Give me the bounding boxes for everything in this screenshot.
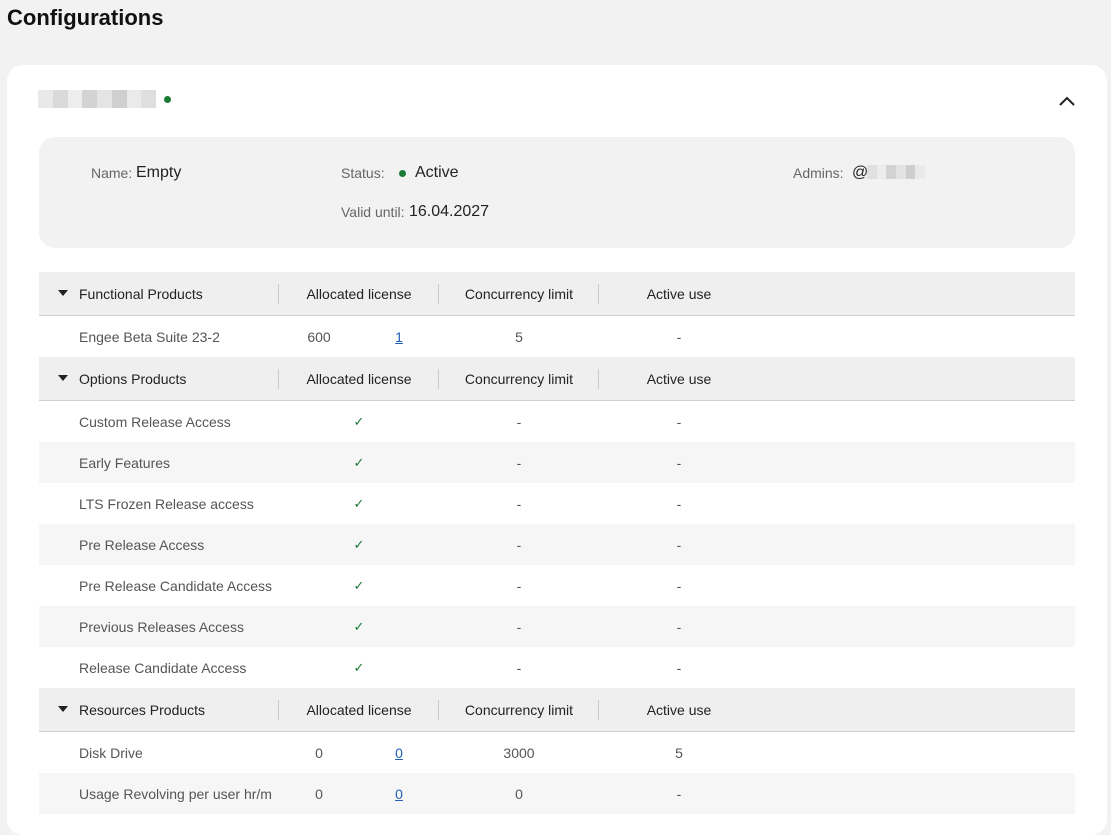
check-icon: ✓ [353,454,365,470]
col-allocated: Allocated license [306,285,412,302]
product-name: Disk Drive [79,744,143,761]
product-name: Engee Beta Suite 23-2 [79,328,220,345]
table-row: Release Candidate Access ✓ - - [39,647,1075,688]
concurrency-value: - [516,536,522,553]
section-title: Options Products [79,370,187,387]
valid-until-label: Valid until: [341,204,405,220]
table-row: LTS Frozen Release access ✓ - - [39,483,1075,524]
admins-label: Admins: [793,165,844,181]
table-row: Disk Drive 0 0 3000 5 [39,732,1075,773]
product-name: Custom Release Access [79,413,231,430]
active-value: - [676,536,682,553]
check-icon: ✓ [353,618,365,634]
status-dot-icon [399,170,406,177]
col-concurrency: Concurrency limit [464,285,574,302]
check-icon: ✓ [353,659,365,675]
col-active: Active use [646,701,712,718]
product-name: LTS Frozen Release access [79,495,254,512]
section-title: Resources Products [79,701,206,718]
caret-down-icon[interactable] [58,290,68,296]
allocated-link[interactable]: 0 [359,732,439,773]
check-icon: ✓ [353,495,365,511]
col-allocated: Allocated license [306,701,412,718]
allocated-link[interactable]: 1 [359,316,439,357]
section-header-resources: Resources Products Allocated license Con… [39,688,1075,732]
col-concurrency: Concurrency limit [464,701,574,718]
col-active: Active use [646,285,712,302]
product-name: Pre Release Access [79,536,205,553]
concurrency-value: - [516,618,522,635]
product-name: Pre Release Candidate Access [79,577,272,594]
table-row: Previous Releases Access ✓ - - [39,606,1075,647]
check-icon: ✓ [353,413,365,429]
configuration-info: Name: Empty Status: Active Valid until: … [39,137,1075,248]
col-allocated: Allocated license [306,370,412,387]
active-value: - [676,495,682,512]
col-concurrency: Concurrency limit [464,370,574,387]
redacted-configuration-name [38,90,156,108]
status-value: Active [415,164,459,181]
allocated-value: 600 [307,328,331,345]
configuration-header[interactable] [38,90,171,108]
concurrency-value: - [516,659,522,676]
section-header-functional: Functional Products Allocated license Co… [39,272,1075,316]
name-label: Name: [91,165,133,181]
allocated-value: 0 [315,785,323,802]
concurrency-value: - [516,495,522,512]
table-row: Early Features ✓ - - [39,442,1075,483]
caret-down-icon[interactable] [58,375,68,381]
active-value: 5 [675,744,683,761]
concurrency-value: 3000 [503,744,535,761]
chevron-up-icon[interactable] [1057,93,1077,109]
section-title: Functional Products [79,285,203,302]
status-dot-icon [164,95,171,103]
allocated-value: 0 [315,744,323,761]
check-icon: ✓ [353,536,365,552]
check-icon: ✓ [353,577,365,593]
product-name: Previous Releases Access [79,618,244,635]
concurrency-value: - [516,413,522,430]
product-name: Usage Revolving per user hr/m [79,785,272,802]
active-value: - [676,659,682,676]
product-name: Release Candidate Access [79,659,247,676]
status-label: Status: [341,165,385,181]
product-name: Early Features [79,454,171,471]
concurrency-value: 0 [515,785,523,802]
active-value: - [676,328,682,345]
active-value: - [676,618,682,635]
active-value: - [676,454,682,471]
concurrency-value: - [516,454,522,471]
name-value: Empty [136,164,182,181]
table-row: Pre Release Access ✓ - - [39,524,1075,565]
admins-at: @ [852,164,869,181]
col-active: Active use [646,370,712,387]
concurrency-value: 5 [515,328,523,345]
active-value: - [676,785,682,802]
table-row: Usage Revolving per user hr/m 0 0 0 - [39,773,1075,814]
table-row: Custom Release Access ✓ - - [39,401,1075,442]
redacted-admin [867,165,926,179]
section-header-options: Options Products Allocated license Concu… [39,357,1075,401]
table-row: Engee Beta Suite 23-2 600 1 5 - [39,316,1075,357]
concurrency-value: - [516,577,522,594]
active-value: - [676,413,682,430]
products-table: Functional Products Allocated license Co… [39,272,1075,814]
page-title: Configurations [7,5,164,30]
valid-until-value: 16.04.2027 [409,203,490,220]
active-value: - [676,577,682,594]
allocated-link[interactable]: 0 [359,773,439,814]
caret-down-icon[interactable] [58,706,68,712]
configuration-card: Name: Empty Status: Active Valid until: … [7,65,1107,835]
table-row: Pre Release Candidate Access ✓ - - [39,565,1075,606]
